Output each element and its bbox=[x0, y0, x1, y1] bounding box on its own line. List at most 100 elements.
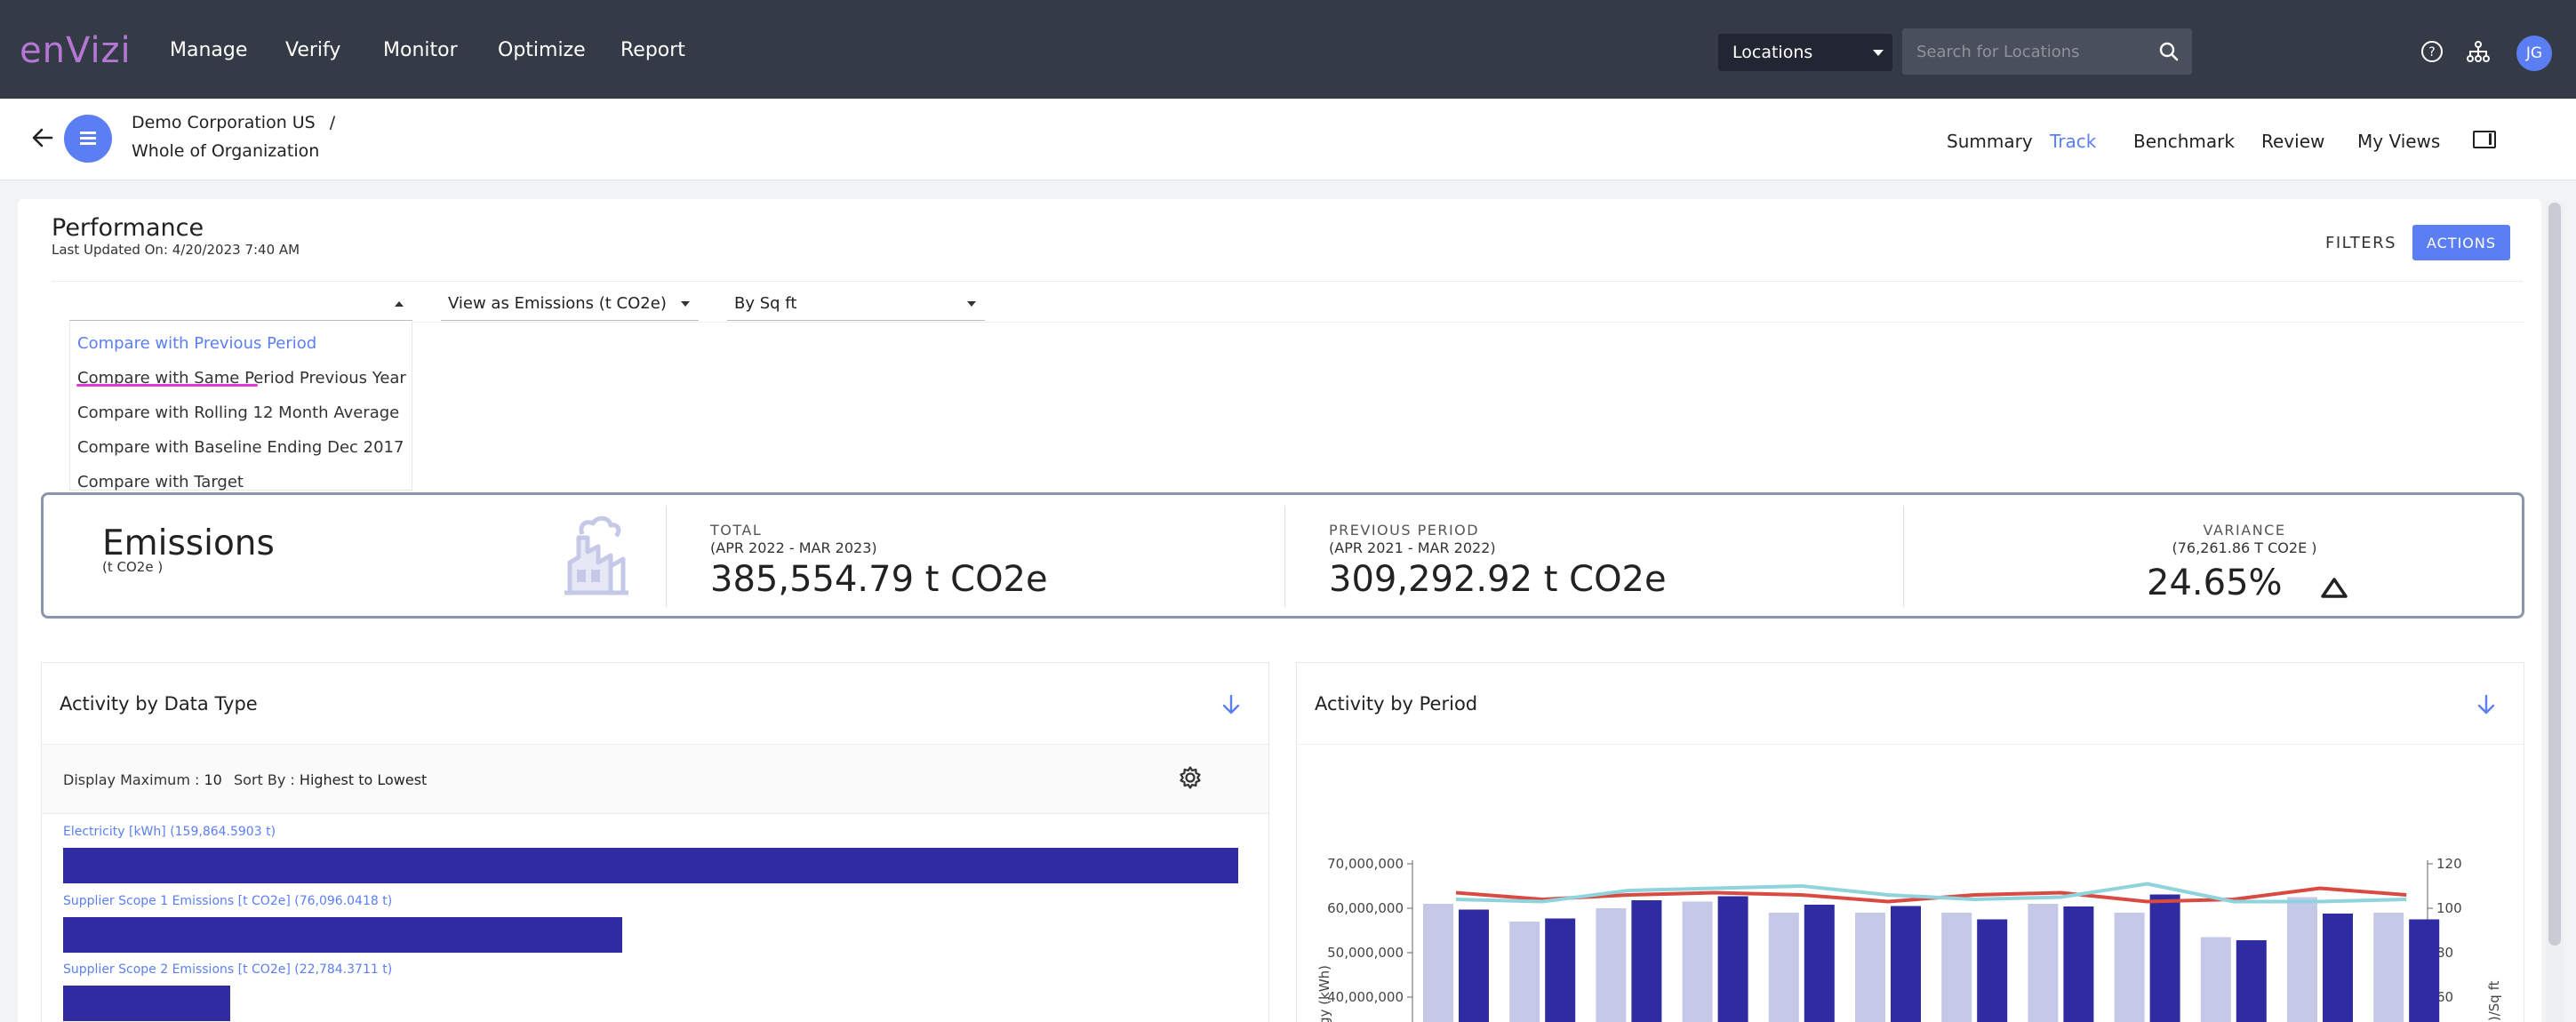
breadcrumb-separator: / bbox=[329, 113, 336, 132]
user-avatar[interactable]: JG bbox=[2516, 36, 2552, 71]
nav-verify[interactable]: Verify bbox=[285, 39, 340, 61]
chart-bar bbox=[2063, 906, 2094, 1022]
compare-dropdown[interactable] bbox=[69, 287, 412, 321]
menu-icon-line bbox=[80, 137, 96, 140]
y2-tick-label: 100 bbox=[2436, 900, 2462, 916]
tab-summary[interactable]: Summary bbox=[1947, 131, 2033, 152]
card-header: Activity by Period bbox=[1297, 663, 2524, 745]
y-tick-label: 60,000,000 bbox=[1327, 900, 1404, 916]
back-arrow-icon[interactable] bbox=[30, 125, 55, 150]
chart-bar bbox=[2114, 913, 2145, 1022]
filters-button[interactable]: FILTERS bbox=[2318, 225, 2404, 260]
chart-bar bbox=[2373, 913, 2404, 1022]
bar-label: Electricity [kWh] (159,864.5903 t) bbox=[63, 825, 276, 839]
chart-bar bbox=[2287, 897, 2317, 1022]
chevron-down-icon bbox=[681, 301, 690, 307]
chevron-down-icon bbox=[1873, 50, 1884, 56]
view-as-dropdown-value: View as Emissions (t CO2e) bbox=[448, 294, 667, 313]
menu-item-rolling-12-month-average[interactable]: Compare with Rolling 12 Month Average bbox=[77, 403, 399, 422]
tab-track[interactable]: Track bbox=[2050, 131, 2096, 152]
activity-by-period-chart: 70,000,000 60,000,000 50,000,000 40,000,000… bbox=[1316, 856, 2502, 1022]
total-label: TOTAL bbox=[710, 522, 763, 539]
factory-icon bbox=[564, 515, 628, 595]
menu-item-target[interactable]: Compare with Target bbox=[77, 473, 244, 491]
previous-period-label: PREVIOUS PERIOD bbox=[1329, 522, 1480, 539]
y-tick-label: 50,000,000 bbox=[1327, 945, 1404, 961]
chevron-up-icon bbox=[395, 301, 404, 307]
display-maximum-value: 10 bbox=[204, 771, 222, 788]
tab-review[interactable]: Review bbox=[2261, 131, 2324, 152]
menu-item-baseline-dec-2017[interactable]: Compare with Baseline Ending Dec 2017 bbox=[77, 438, 404, 457]
chart-bar bbox=[2323, 914, 2353, 1022]
chart-bar bbox=[2409, 919, 2440, 1022]
sort-by-label: Sort By : bbox=[234, 771, 295, 788]
menu-icon-line bbox=[80, 142, 96, 145]
envizi-logo[interactable]: enVizi bbox=[20, 30, 132, 71]
card-title: Activity by Period bbox=[1315, 693, 1478, 715]
data-bar[interactable] bbox=[63, 917, 622, 953]
sub-header: Demo Corporation US / Whole of Organizat… bbox=[0, 99, 2576, 180]
hierarchy-icon[interactable] bbox=[2466, 39, 2491, 64]
panel-toggle-icon[interactable] bbox=[2473, 131, 2496, 148]
chart-bar bbox=[1596, 908, 1627, 1022]
chart-options-bar: Display Maximum : 10 Sort By : Highest t… bbox=[42, 745, 1268, 814]
menu-item-previous-period[interactable]: Compare with Previous Period bbox=[77, 334, 316, 353]
chart-bar bbox=[1459, 909, 1489, 1022]
breadcrumb-scope[interactable]: Whole of Organization bbox=[132, 141, 319, 161]
nav-optimize[interactable]: Optimize bbox=[498, 39, 586, 61]
actions-button[interactable]: ACTIONS bbox=[2412, 225, 2510, 260]
chart-bar bbox=[1804, 905, 1835, 1022]
location-type-value: Locations bbox=[1732, 43, 1813, 62]
display-maximum[interactable]: Display Maximum : 10 bbox=[63, 771, 222, 788]
chart-bar bbox=[1891, 906, 1921, 1022]
location-type-select[interactable]: Locations bbox=[1718, 34, 1892, 71]
nav-monitor[interactable]: Monitor bbox=[383, 39, 458, 61]
data-bar[interactable] bbox=[63, 986, 230, 1021]
divider bbox=[52, 281, 2523, 282]
location-search-box bbox=[1902, 28, 2192, 75]
chart-bar bbox=[1509, 922, 1540, 1022]
normalize-dropdown[interactable]: By Sq ft bbox=[727, 287, 985, 321]
menu-button[interactable] bbox=[64, 115, 112, 163]
variance-amount: (76,261.86 T CO2E ) bbox=[2172, 539, 2317, 556]
y2-tick-label: 120 bbox=[2436, 856, 2462, 872]
nav-report[interactable]: Report bbox=[620, 39, 685, 61]
emissions-title: Emissions bbox=[102, 523, 275, 563]
gear-icon[interactable] bbox=[1178, 765, 1203, 790]
download-arrow-icon[interactable] bbox=[2476, 693, 2497, 716]
chart-bar bbox=[2200, 937, 2231, 1022]
chart-bar bbox=[2149, 894, 2180, 1022]
total-period: (APR 2022 - MAR 2023) bbox=[710, 539, 877, 556]
chart-bar bbox=[1423, 904, 1453, 1022]
filter-area bbox=[412, 322, 2524, 491]
sort-by[interactable]: Sort By : Highest to Lowest bbox=[234, 771, 427, 788]
nav-manage[interactable]: Manage bbox=[170, 39, 247, 61]
tab-my-views[interactable]: My Views bbox=[2357, 131, 2440, 152]
card-header: Activity by Data Type bbox=[42, 663, 1268, 745]
activity-by-data-type-card: Activity by Data Type Display Maximum : … bbox=[41, 662, 1269, 1022]
y2-axis-label: (kWh)/Sq ft bbox=[2486, 980, 2502, 1022]
y-tick-label: 40,000,000 bbox=[1327, 989, 1404, 1005]
view-as-dropdown[interactable]: View as Emissions (t CO2e) bbox=[441, 287, 699, 321]
scrollbar-thumb[interactable] bbox=[2548, 203, 2561, 946]
hover-underline bbox=[76, 384, 258, 387]
total-value: 385,554.79 t CO2e bbox=[710, 559, 1048, 600]
location-search-input[interactable] bbox=[1916, 39, 2139, 64]
chevron-down-icon bbox=[967, 301, 976, 307]
summary-divider bbox=[666, 506, 667, 607]
sort-by-value: Highest to Lowest bbox=[299, 771, 428, 788]
search-icon[interactable] bbox=[2158, 41, 2180, 62]
y-tick-label: 70,000,000 bbox=[1327, 856, 1404, 872]
chart-bar bbox=[1631, 900, 1662, 1022]
chart-bar bbox=[2028, 904, 2059, 1022]
breadcrumb-org[interactable]: Demo Corporation US bbox=[132, 113, 316, 132]
variance-value: 24.65% bbox=[2147, 563, 2283, 603]
download-arrow-icon[interactable] bbox=[1220, 693, 1242, 716]
tab-benchmark[interactable]: Benchmark bbox=[2133, 131, 2235, 152]
chart-bar bbox=[1768, 913, 1799, 1022]
help-icon[interactable]: ? bbox=[2420, 39, 2444, 64]
card-title: Activity by Data Type bbox=[60, 693, 258, 715]
compare-options-menu: Compare with Previous Period Compare wit… bbox=[69, 322, 412, 491]
data-bar[interactable] bbox=[63, 848, 1238, 883]
chart-bar bbox=[1977, 919, 2008, 1022]
